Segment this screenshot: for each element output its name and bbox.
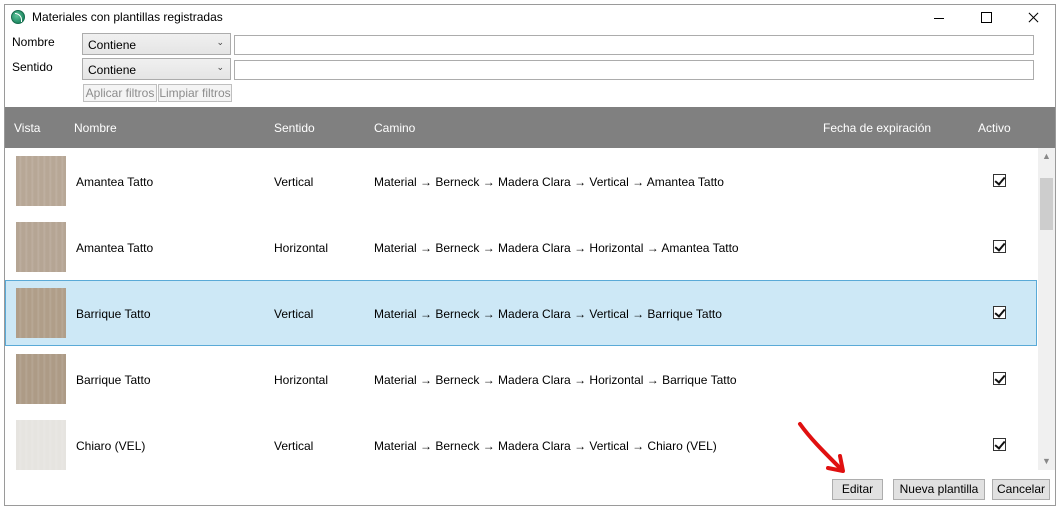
column-header-nombre[interactable]: Nombre xyxy=(74,121,117,135)
nombre-filter-input[interactable] xyxy=(234,35,1034,55)
scroll-thumb[interactable] xyxy=(1040,178,1053,230)
checkbox-checked-icon[interactable] xyxy=(993,306,1006,319)
checkbox-checked-icon[interactable] xyxy=(993,372,1006,385)
column-header-vista[interactable]: Vista xyxy=(14,121,40,135)
table-row[interactable]: Amantea Tatto Horizontal Material → Bern… xyxy=(5,214,1037,280)
material-thumbnail xyxy=(16,156,66,206)
nombre-filter-label: Nombre xyxy=(12,35,55,49)
row-nombre: Amantea Tatto xyxy=(76,175,154,189)
column-header-fecha[interactable]: Fecha de expiración xyxy=(823,121,931,135)
table-row[interactable]: Barrique Tatto Horizontal Material → Ber… xyxy=(5,346,1037,412)
red-arrow-annotation xyxy=(798,422,845,473)
scroll-down-icon[interactable]: ▼ xyxy=(1038,453,1055,470)
checkbox-checked-icon[interactable] xyxy=(993,240,1006,253)
scroll-up-icon[interactable]: ▲ xyxy=(1038,148,1055,165)
sentido-operator-select[interactable]: Contiene ⌄ xyxy=(82,58,231,80)
checkbox-checked-icon[interactable] xyxy=(993,174,1006,187)
row-camino: Material → Berneck → Madera Clara → Hori… xyxy=(374,241,739,255)
row-camino: Material → Berneck → Madera Clara → Vert… xyxy=(374,307,722,321)
row-nombre: Barrique Tatto xyxy=(76,373,151,387)
row-nombre: Barrique Tatto xyxy=(76,307,151,321)
close-button[interactable] xyxy=(1010,5,1056,31)
sentido-filter-label: Sentido xyxy=(12,60,53,74)
nombre-operator-select[interactable]: Contiene ⌄ xyxy=(82,33,231,55)
row-sentido: Vertical xyxy=(274,175,314,189)
grid-rows: Amantea Tatto Vertical Material → Bernec… xyxy=(5,148,1055,470)
clear-filters-button[interactable]: Limpiar filtros xyxy=(158,84,232,102)
vertical-scrollbar[interactable]: ▲ ▼ xyxy=(1038,148,1055,470)
row-sentido: Vertical xyxy=(274,439,314,453)
column-header-sentido[interactable]: Sentido xyxy=(274,121,315,135)
sentido-operator-value: Contiene xyxy=(88,63,137,77)
row-sentido: Horizontal xyxy=(274,241,329,255)
row-camino: Material → Berneck → Madera Clara → Vert… xyxy=(374,439,717,453)
row-sentido: Vertical xyxy=(274,307,314,321)
material-thumbnail xyxy=(16,420,66,470)
cancelar-button[interactable]: Cancelar xyxy=(992,479,1050,500)
maximize-button[interactable] xyxy=(963,5,1009,31)
row-sentido: Horizontal xyxy=(274,373,329,387)
chevron-down-icon: ⌄ xyxy=(216,37,224,47)
row-camino: Material → Berneck → Madera Clara → Hori… xyxy=(374,373,737,387)
grid-header: Vista Nombre Sentido Camino Fecha de exp… xyxy=(5,107,1055,148)
minimize-button[interactable] xyxy=(916,5,962,31)
dialog-window: Materiales con plantillas registradas No… xyxy=(4,4,1056,506)
table-row[interactable]: Amantea Tatto Vertical Material → Bernec… xyxy=(5,148,1037,214)
column-header-activo[interactable]: Activo xyxy=(978,121,1011,135)
editar-button[interactable]: Editar xyxy=(832,479,883,500)
row-nombre: Chiaro (VEL) xyxy=(76,439,146,453)
column-header-camino[interactable]: Camino xyxy=(374,121,415,135)
apply-filters-button[interactable]: Aplicar filtros xyxy=(83,84,157,102)
table-row-selected[interactable]: Barrique Tatto Vertical Material → Berne… xyxy=(5,280,1037,346)
material-thumbnail xyxy=(16,354,66,404)
material-thumbnail xyxy=(16,222,66,272)
chevron-down-icon: ⌄ xyxy=(216,62,224,72)
material-thumbnail xyxy=(16,288,66,338)
checkbox-checked-icon[interactable] xyxy=(993,438,1006,451)
nueva-plantilla-button[interactable]: Nueva plantilla xyxy=(893,479,985,500)
window-title: Materiales con plantillas registradas xyxy=(32,10,223,24)
app-logo-icon xyxy=(11,10,25,24)
sentido-filter-input[interactable] xyxy=(234,60,1034,80)
row-nombre: Amantea Tatto xyxy=(76,241,154,255)
row-camino: Material → Berneck → Madera Clara → Vert… xyxy=(374,175,724,189)
table-row[interactable]: Chiaro (VEL) Vertical Material → Berneck… xyxy=(5,412,1037,470)
title-bar: Materiales con plantillas registradas xyxy=(5,5,1055,31)
nombre-operator-value: Contiene xyxy=(88,38,137,52)
